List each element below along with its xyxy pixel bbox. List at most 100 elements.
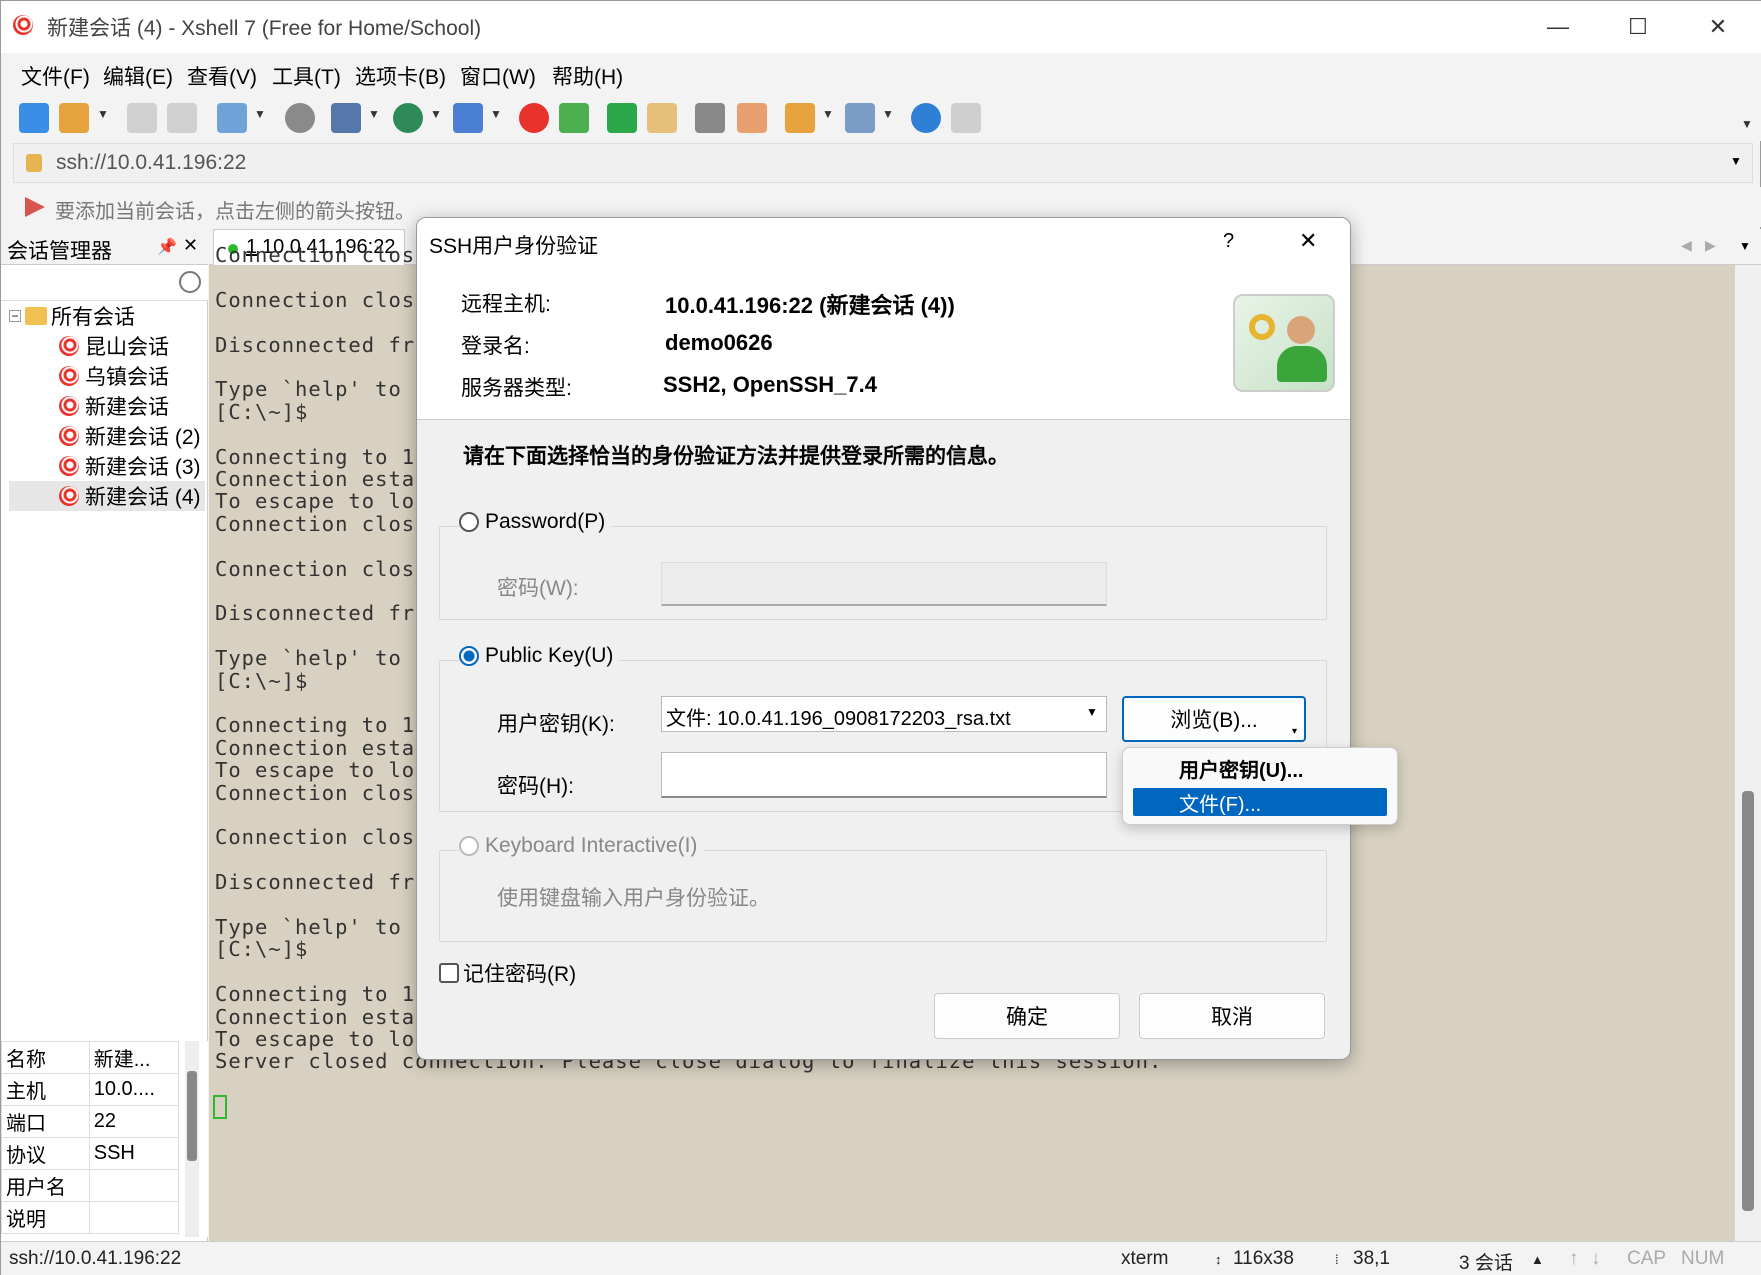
- new-folder-icon[interactable]: [785, 103, 815, 133]
- address-input[interactable]: ssh://10.0.41.196:22: [56, 151, 246, 175]
- browse-dropdown-icon[interactable]: ▾: [1292, 726, 1297, 737]
- dialog-close-button[interactable]: ✕: [1299, 228, 1317, 254]
- tab-scroll-left-icon[interactable]: ◀: [1681, 237, 1692, 254]
- tree-item-new[interactable]: 新建会话: [9, 391, 205, 421]
- user-key-value: 文件: 10.0.41.196_0908172203_rsa.txt: [666, 708, 1011, 730]
- browse-button[interactable]: 浏览(B)... ▾: [1122, 696, 1306, 742]
- globe-dropdown-icon[interactable]: ▼: [430, 107, 442, 121]
- tree-item-new-2[interactable]: 新建会话 (2): [9, 421, 205, 451]
- transfer-dropdown-icon[interactable]: ▼: [368, 107, 380, 121]
- tab-scroll-right-icon[interactable]: ▶: [1705, 237, 1716, 254]
- xshell-icon[interactable]: [519, 103, 549, 133]
- sessions-up-icon[interactable]: ▲: [1531, 1252, 1544, 1267]
- cancel-button[interactable]: 取消: [1139, 993, 1325, 1039]
- tree-item-label: 新建会话 (2): [85, 426, 201, 449]
- chat-icon[interactable]: [951, 103, 981, 133]
- folder-dropdown-icon[interactable]: ▼: [822, 107, 834, 121]
- session-icon: [59, 336, 79, 356]
- menu-file[interactable]: 文件(F): [21, 61, 90, 91]
- login-name-value: demo0626: [665, 330, 773, 355]
- globe-icon[interactable]: [393, 103, 423, 133]
- terminal-line: Type `help' to l: [215, 646, 429, 671]
- toolbar-overflow-icon[interactable]: ▼: [1741, 117, 1753, 131]
- menu-edit[interactable]: 编辑(E): [103, 61, 173, 91]
- keyboard-interactive-radio[interactable]: [459, 836, 479, 856]
- remember-password-option[interactable]: 记住密码(R): [439, 958, 576, 988]
- address-dropdown-icon[interactable]: ▼: [1730, 154, 1742, 168]
- status-term-type: xterm: [1121, 1248, 1169, 1269]
- menu-tabs[interactable]: 选项卡(B): [355, 61, 446, 91]
- collapse-icon[interactable]: −: [9, 310, 21, 322]
- password-field[interactable]: [661, 562, 1107, 606]
- terminal-line: Connecting to 10: [215, 713, 429, 738]
- status-sessions[interactable]: 3 会话: [1459, 1248, 1513, 1275]
- keyboard-icon[interactable]: [695, 103, 725, 133]
- keyboard-interactive-option[interactable]: Keyboard Interactive(I): [459, 834, 704, 858]
- menu-window[interactable]: 窗口(W): [460, 61, 536, 91]
- open-folder-icon[interactable]: [59, 103, 89, 133]
- session-tree: − 所有会话 昆山会话 乌镇会话 新建会话 新建会话 (2) 新建会话 (3) …: [9, 301, 205, 511]
- tree-item-new-4[interactable]: 新建会话 (4): [9, 481, 205, 511]
- disconnect-icon[interactable]: [167, 103, 197, 133]
- download-icon[interactable]: ↓: [1591, 1248, 1601, 1270]
- public-key-option-label: Public Key(U): [485, 644, 614, 667]
- public-key-radio[interactable]: [459, 646, 479, 666]
- address-bar[interactable]: ssh://10.0.41.196:22 ▼: [13, 143, 1753, 183]
- lock-icon: [26, 154, 42, 172]
- xftp-icon[interactable]: [559, 103, 589, 133]
- status-address: ssh://10.0.41.196:22: [9, 1248, 182, 1269]
- session-search-input[interactable]: [1, 265, 208, 301]
- remember-checkbox[interactable]: [439, 963, 459, 983]
- tree-item-wuzhen[interactable]: 乌镇会话: [9, 361, 205, 391]
- upload-icon[interactable]: ↑: [1569, 1248, 1579, 1270]
- font-dropdown-icon[interactable]: ▼: [490, 107, 502, 121]
- tab-list-dropdown-icon[interactable]: ▼: [1739, 239, 1751, 253]
- menu-tools[interactable]: 工具(T): [272, 61, 341, 91]
- layout-dropdown-icon[interactable]: ▼: [882, 107, 894, 121]
- scrollbar-thumb[interactable]: [1742, 791, 1754, 1211]
- tree-root[interactable]: − 所有会话: [9, 301, 205, 331]
- menu-view[interactable]: 查看(V): [187, 61, 257, 91]
- maximize-button[interactable]: ☐: [1598, 1, 1678, 53]
- minimize-button[interactable]: —: [1518, 1, 1598, 53]
- terminal-scrollbar[interactable]: [1735, 265, 1761, 1241]
- new-session-icon[interactable]: [19, 103, 49, 133]
- password-radio[interactable]: [459, 512, 479, 532]
- open-dropdown-icon[interactable]: ▼: [97, 107, 109, 121]
- password-option[interactable]: Password(P): [459, 510, 612, 534]
- add-session-arrow-icon[interactable]: [25, 197, 45, 217]
- server-type-value: SSH2, OpenSSH_7.4: [663, 372, 877, 397]
- passphrase-field[interactable]: [661, 752, 1107, 798]
- help-icon[interactable]: [911, 103, 941, 133]
- highlight-icon[interactable]: [737, 103, 767, 133]
- prop-key: 用户名: [1, 1169, 90, 1202]
- terminal-line: To escape to loc: [215, 758, 429, 783]
- search-icon[interactable]: [179, 271, 201, 293]
- close-window-button[interactable]: ✕: [1678, 1, 1758, 53]
- user-key-select[interactable]: 文件: 10.0.41.196_0908172203_rsa.txt ▼: [661, 696, 1107, 732]
- menu-item-user-key[interactable]: 用户密钥(U)...: [1133, 752, 1387, 784]
- pin-icon[interactable]: 📌: [157, 237, 177, 257]
- chevron-down-icon[interactable]: ▼: [1086, 705, 1098, 719]
- tree-item-new-3[interactable]: 新建会话 (3): [9, 451, 205, 481]
- scrollbar-thumb[interactable]: [187, 1071, 197, 1161]
- resize-icon: ↕: [1215, 1252, 1222, 1267]
- properties-scrollbar[interactable]: [185, 1041, 199, 1237]
- transfer-icon[interactable]: [331, 103, 361, 133]
- menu-item-file[interactable]: 文件(F)...: [1133, 788, 1387, 816]
- menu-help[interactable]: 帮助(H): [552, 61, 623, 91]
- layout-icon[interactable]: [845, 103, 875, 133]
- connect-icon[interactable]: [127, 103, 157, 133]
- find-icon[interactable]: [285, 103, 315, 133]
- tree-item-kunshan[interactable]: 昆山会话: [9, 331, 205, 361]
- lock-icon[interactable]: [647, 103, 677, 133]
- ok-button[interactable]: 确定: [934, 993, 1120, 1039]
- font-icon[interactable]: [453, 103, 483, 133]
- properties-dropdown-icon[interactable]: ▼: [254, 107, 266, 121]
- close-panel-button[interactable]: ✕: [183, 235, 198, 256]
- properties-icon[interactable]: [217, 103, 247, 133]
- public-key-option[interactable]: Public Key(U): [459, 644, 620, 668]
- menu-item-label: 文件(F)...: [1179, 793, 1262, 816]
- fullscreen-icon[interactable]: [607, 103, 637, 133]
- help-button[interactable]: ?: [1223, 230, 1234, 253]
